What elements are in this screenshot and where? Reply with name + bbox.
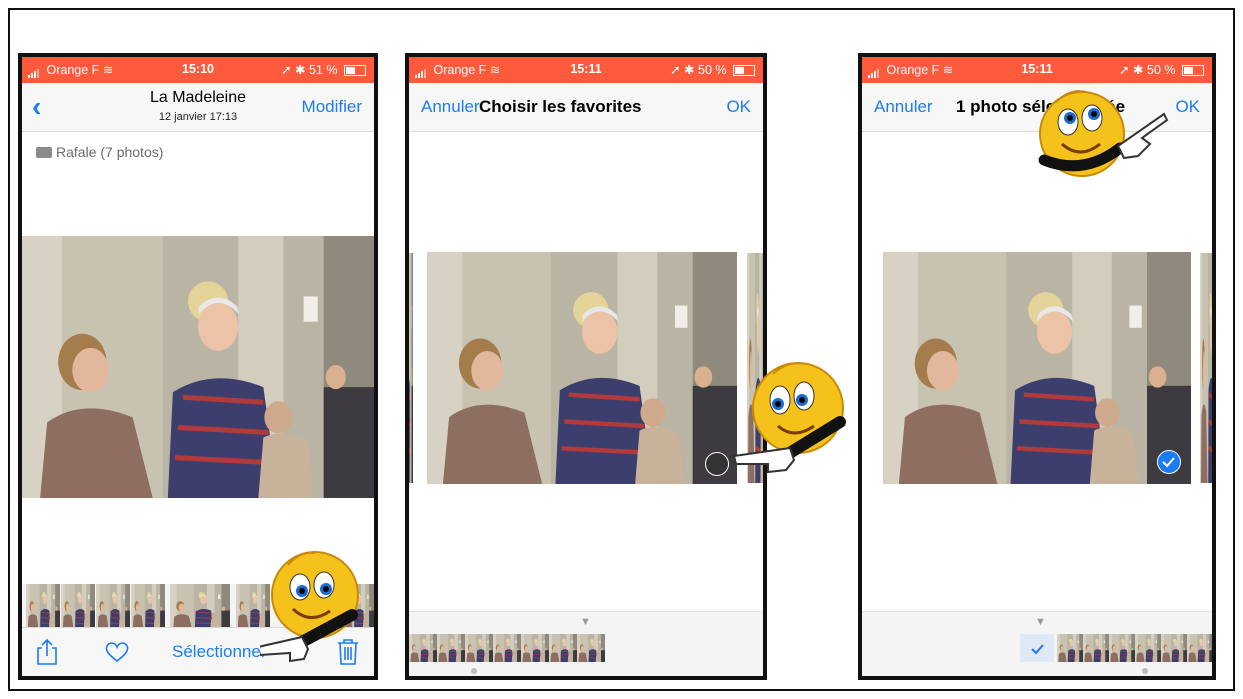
thumbnail-current[interactable] (170, 584, 230, 630)
checkmark-icon (1031, 644, 1044, 655)
checkmark-icon (1162, 457, 1175, 468)
status-bar: Orange F ≋ 15:11 ➚ ✱ 50 % (409, 57, 763, 83)
status-bar: Orange F ≋ 15:10 ➚ ✱ 51 % (22, 57, 374, 83)
ok-button[interactable]: OK (726, 97, 751, 117)
cancel-button[interactable]: Annuler (874, 97, 933, 117)
thumbnail-row[interactable] (1057, 634, 1212, 662)
ok-button[interactable]: OK (1175, 97, 1200, 117)
location-icon: ➚ (670, 63, 681, 77)
location-icon: ➚ (1119, 63, 1130, 77)
status-bar: Orange F ≋ 15:11 ➚ ✱ 50 % (862, 57, 1212, 83)
photo-image (427, 252, 737, 484)
photo-image (22, 236, 374, 498)
battery-percent: 50 % (1147, 63, 1176, 77)
burst-photo[interactable] (427, 252, 737, 484)
bluetooth-icon: ✱ (1133, 63, 1144, 77)
burst-photo-selected[interactable] (883, 252, 1191, 484)
thumbnail[interactable] (61, 584, 95, 630)
battery-percent: 50 % (698, 63, 727, 77)
bluetooth-icon: ✱ (684, 63, 695, 77)
battery-icon (733, 65, 755, 77)
pointing-smiley-icon (260, 551, 359, 663)
thumbnail-row[interactable] (409, 634, 609, 662)
next-photo-edge[interactable] (1200, 253, 1216, 483)
photo-image (883, 252, 1191, 484)
burst-icon (36, 147, 52, 158)
share-icon[interactable] (36, 638, 58, 666)
edit-button[interactable]: Modifier (302, 97, 362, 117)
thumbnail[interactable] (96, 584, 130, 630)
nav-bar: Annuler Choisir les favorites OK (409, 83, 763, 132)
battery-icon (344, 65, 366, 77)
thumbnail[interactable] (26, 584, 60, 630)
battery-icon (1182, 65, 1204, 77)
page-dot (1142, 668, 1148, 674)
burst-label: Rafale (7 photos) (36, 144, 163, 160)
current-position-marker: ▼ (1035, 616, 1046, 628)
nav-title: Choisir les favorites (479, 97, 642, 116)
battery-percent: 51 % (309, 63, 338, 77)
select-button[interactable]: Sélectionner (172, 642, 267, 662)
cancel-button[interactable]: Annuler (421, 97, 480, 117)
bluetooth-icon: ✱ (295, 63, 306, 77)
page-dot (471, 668, 477, 674)
selected-checkmark[interactable] (1157, 450, 1181, 474)
heart-icon[interactable] (104, 641, 130, 663)
previous-photo-edge[interactable] (405, 253, 413, 483)
location-icon: ➚ (281, 63, 292, 77)
selection-circle[interactable] (705, 452, 729, 476)
pointing-smiley-icon (1038, 90, 1169, 177)
thumbnail[interactable] (131, 584, 165, 630)
current-position-marker: ▼ (580, 616, 591, 628)
thumbnail-selected[interactable] (1020, 634, 1054, 662)
pointing-smiley-icon (732, 362, 846, 474)
main-photo[interactable] (22, 236, 374, 498)
burst-thumbnail-strip[interactable]: ▼ (409, 611, 763, 676)
nav-bar: ‹ La Madeleine 12 janvier 17:13 Modifier (22, 83, 374, 132)
burst-thumbnail-strip[interactable]: ▼ (862, 611, 1212, 676)
phone-screen-2: Orange F ≋ 15:11 ➚ ✱ 50 % Annuler Choisi… (405, 53, 767, 680)
